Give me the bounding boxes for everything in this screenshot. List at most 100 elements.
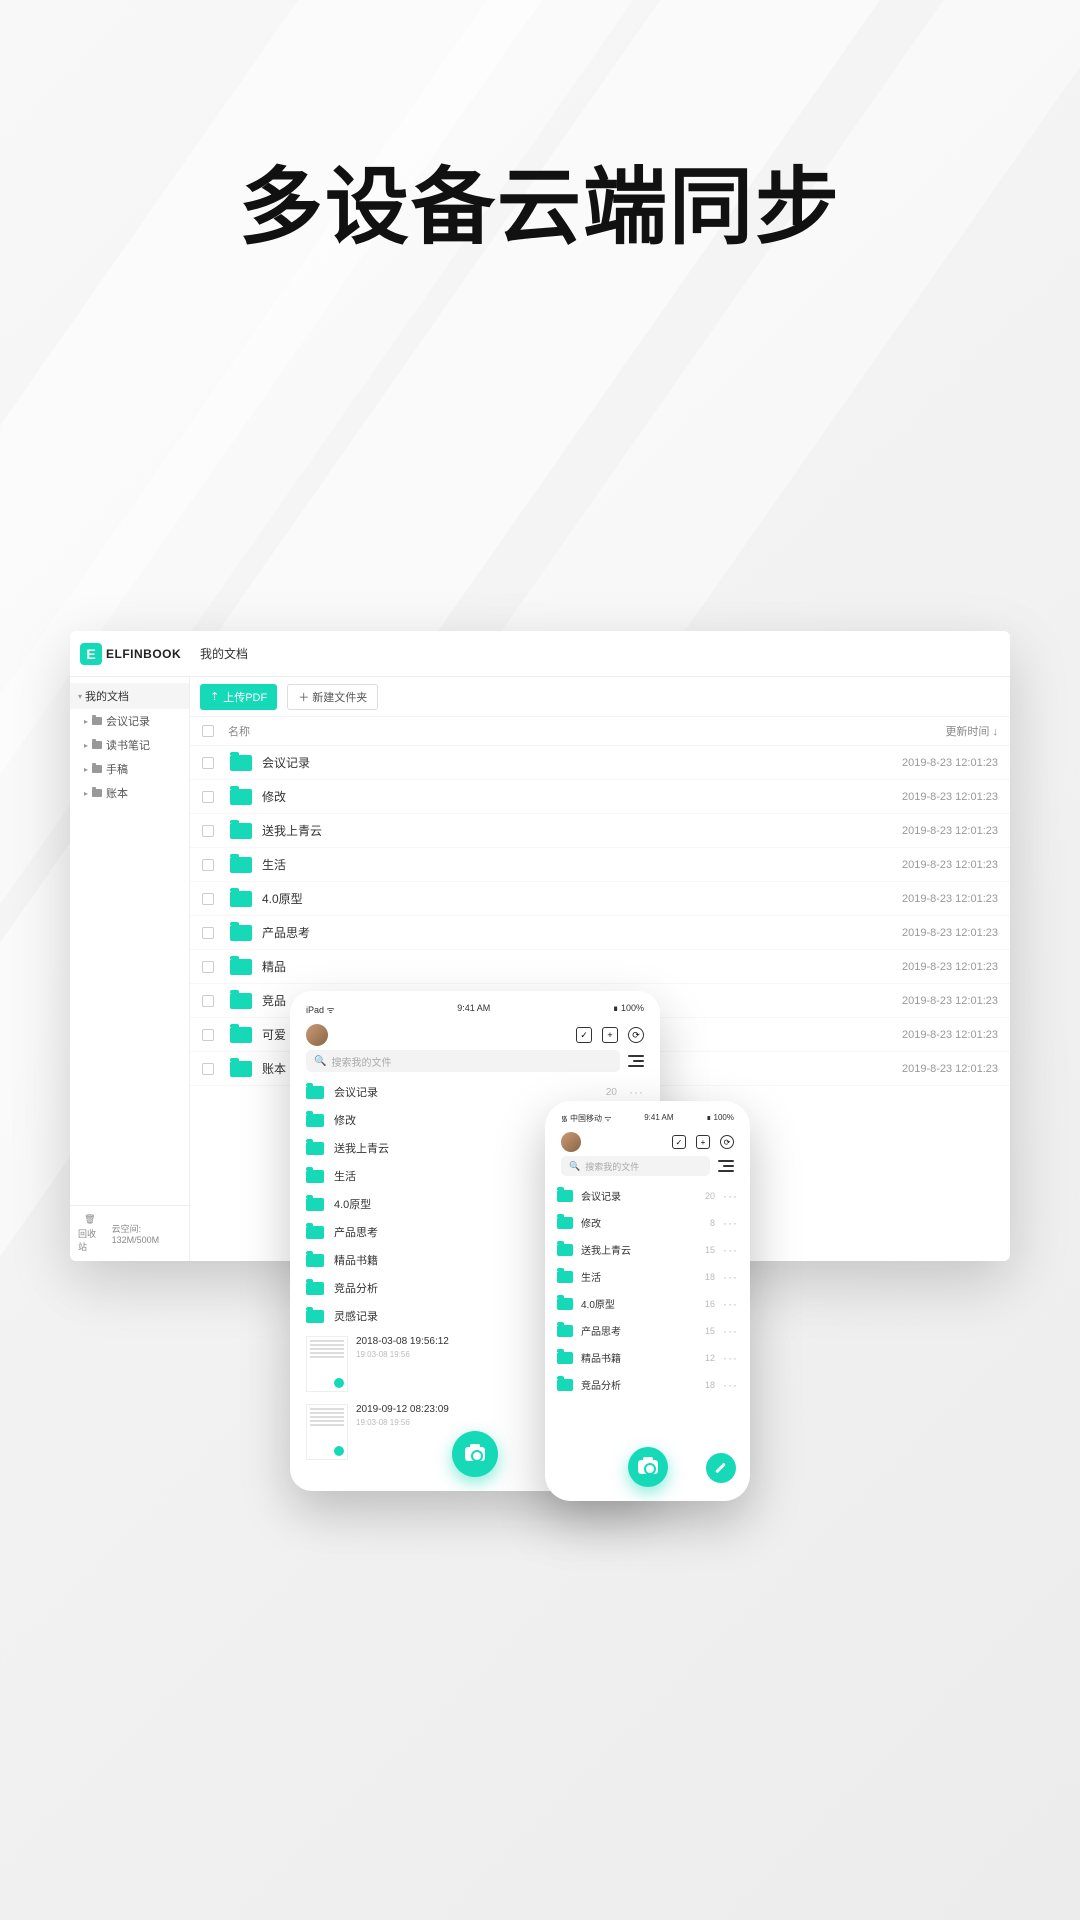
row-checkbox[interactable] xyxy=(202,859,214,871)
row-checkbox[interactable] xyxy=(202,961,214,973)
more-icon[interactable]: ··· xyxy=(723,1270,738,1284)
column-time[interactable]: 更新时间 ↓ xyxy=(868,723,998,739)
folder-icon xyxy=(557,1352,573,1364)
pencil-icon xyxy=(715,1462,727,1474)
folder-icon xyxy=(557,1217,573,1229)
folder-name: 会议记录 xyxy=(581,1188,705,1203)
item-count: 18 xyxy=(705,1380,715,1390)
list-item[interactable]: 产品思考15··· xyxy=(555,1317,740,1344)
hero-title: 多设备云端同步 xyxy=(0,0,1080,261)
column-name[interactable]: 名称 xyxy=(222,723,868,739)
more-icon[interactable]: ··· xyxy=(723,1216,738,1230)
list-item[interactable]: 精品书籍12··· xyxy=(555,1344,740,1371)
more-icon[interactable]: ··· xyxy=(723,1351,738,1365)
check-icon[interactable]: ✓ xyxy=(672,1135,686,1149)
row-checkbox[interactable] xyxy=(202,757,214,769)
table-row[interactable]: 产品思考2019-8-23 12:01:23 xyxy=(190,916,1010,950)
row-checkbox[interactable] xyxy=(202,825,214,837)
item-count: 20 xyxy=(606,1087,617,1098)
table-header: 名称 更新时间 ↓ xyxy=(190,717,1010,746)
more-icon[interactable]: ··· xyxy=(723,1378,738,1392)
list-item[interactable]: 会议记录20··· xyxy=(555,1182,740,1209)
folder-name: 产品思考 xyxy=(581,1323,705,1338)
row-checkbox[interactable] xyxy=(202,1029,214,1041)
folder-icon xyxy=(230,789,252,805)
folder-name: 竞品分析 xyxy=(581,1377,705,1392)
list-item[interactable]: 竞品分析18 ··· xyxy=(555,1371,740,1398)
folder-name: 生活 xyxy=(581,1269,705,1284)
add-icon[interactable]: + xyxy=(696,1135,710,1149)
sidebar-item[interactable]: ▸会议记录 xyxy=(70,709,189,733)
sync-badge-icon xyxy=(334,1378,344,1388)
avatar[interactable] xyxy=(306,1024,328,1046)
item-count: 8 xyxy=(710,1218,715,1228)
search-icon: 🔍 xyxy=(314,1056,326,1067)
table-row[interactable]: 修改2019-8-23 12:01:23 xyxy=(190,780,1010,814)
folder-icon xyxy=(92,765,102,773)
search-icon: 🔍 xyxy=(569,1161,580,1172)
table-row[interactable]: 会议记录2019-8-23 12:01:23 xyxy=(190,746,1010,780)
folder-icon xyxy=(92,717,102,725)
list-item[interactable]: 4.0原型16 ··· xyxy=(555,1290,740,1317)
check-icon[interactable]: ✓ xyxy=(576,1027,592,1043)
table-row[interactable]: 送我上青云2019-8-23 12:01:23 xyxy=(190,814,1010,848)
file-time: 2019-8-23 12:01:23 xyxy=(868,825,998,837)
folder-icon xyxy=(557,1379,573,1391)
sidebar-item[interactable]: ▸账本 xyxy=(70,781,189,805)
more-icon[interactable]: ··· xyxy=(629,1085,644,1099)
more-icon[interactable]: ··· xyxy=(723,1243,738,1257)
file-name: 会议记录 xyxy=(262,754,868,771)
folder-icon xyxy=(230,993,252,1009)
file-name: 生活 xyxy=(262,856,868,873)
folder-icon xyxy=(230,755,252,771)
sync-badge-icon xyxy=(334,1446,344,1456)
folder-icon xyxy=(557,1325,573,1337)
row-checkbox[interactable] xyxy=(202,995,214,1007)
avatar[interactable] xyxy=(561,1132,581,1152)
camera-fab[interactable] xyxy=(452,1431,498,1477)
list-item[interactable]: 修改8··· xyxy=(555,1209,740,1236)
row-checkbox[interactable] xyxy=(202,927,214,939)
clock-icon[interactable]: ⟳ xyxy=(628,1027,644,1043)
file-time: 2019-8-23 12:01:23 xyxy=(868,1063,998,1075)
chevron-right-icon: ▸ xyxy=(84,741,88,750)
clock-icon[interactable]: ⟳ xyxy=(720,1135,734,1149)
row-checkbox[interactable] xyxy=(202,791,214,803)
search-input[interactable]: 🔍搜索我的文件 xyxy=(306,1050,620,1072)
file-name: 修改 xyxy=(262,788,868,805)
row-checkbox[interactable] xyxy=(202,893,214,905)
new-folder-button[interactable]: ＋ 新建文件夹 xyxy=(287,684,378,710)
file-name: 送我上青云 xyxy=(262,822,868,839)
row-checkbox[interactable] xyxy=(202,1063,214,1075)
folder-icon xyxy=(557,1271,573,1283)
search-input[interactable]: 🔍搜索我的文件 xyxy=(561,1156,710,1176)
add-icon[interactable]: + xyxy=(602,1027,618,1043)
list-item[interactable]: 送我上青云15··· xyxy=(555,1236,740,1263)
edit-fab[interactable] xyxy=(706,1453,736,1483)
folder-icon xyxy=(230,1027,252,1043)
menu-icon[interactable] xyxy=(718,1160,734,1172)
more-icon[interactable]: ··· xyxy=(723,1324,738,1338)
table-row[interactable]: 4.0原型2019-8-23 12:01:23 xyxy=(190,882,1010,916)
table-row[interactable]: 精品2019-8-23 12:01:23 xyxy=(190,950,1010,984)
folder-icon xyxy=(306,1282,324,1295)
select-all-checkbox[interactable] xyxy=(202,725,214,737)
folder-name: 精品书籍 xyxy=(581,1350,705,1365)
table-row[interactable]: 生活2019-8-23 12:01:23 xyxy=(190,848,1010,882)
camera-fab[interactable] xyxy=(628,1447,668,1487)
sidebar-item[interactable]: ▸手稿 xyxy=(70,757,189,781)
more-icon[interactable]: ··· xyxy=(723,1189,738,1203)
item-count: 16 xyxy=(705,1299,715,1309)
camera-icon xyxy=(465,1447,485,1461)
upload-pdf-button[interactable]: ⇡上传PDF xyxy=(200,684,277,710)
status-bar: iPad ᯤ9:41 AM∎ 100% xyxy=(300,1001,650,1018)
sidebar-item[interactable]: ▸读书笔记 xyxy=(70,733,189,757)
list-item[interactable]: 生活18··· xyxy=(555,1263,740,1290)
folder-name: 4.0原型 xyxy=(581,1296,705,1311)
trash-button[interactable]: 🗑回收站 xyxy=(78,1214,102,1253)
sidebar-root[interactable]: ▾我的文档 xyxy=(70,683,189,709)
more-icon[interactable]: ··· xyxy=(723,1297,738,1311)
doc-thumbnail xyxy=(306,1404,348,1460)
menu-icon[interactable] xyxy=(628,1055,644,1067)
file-time: 2019-8-23 12:01:23 xyxy=(868,893,998,905)
